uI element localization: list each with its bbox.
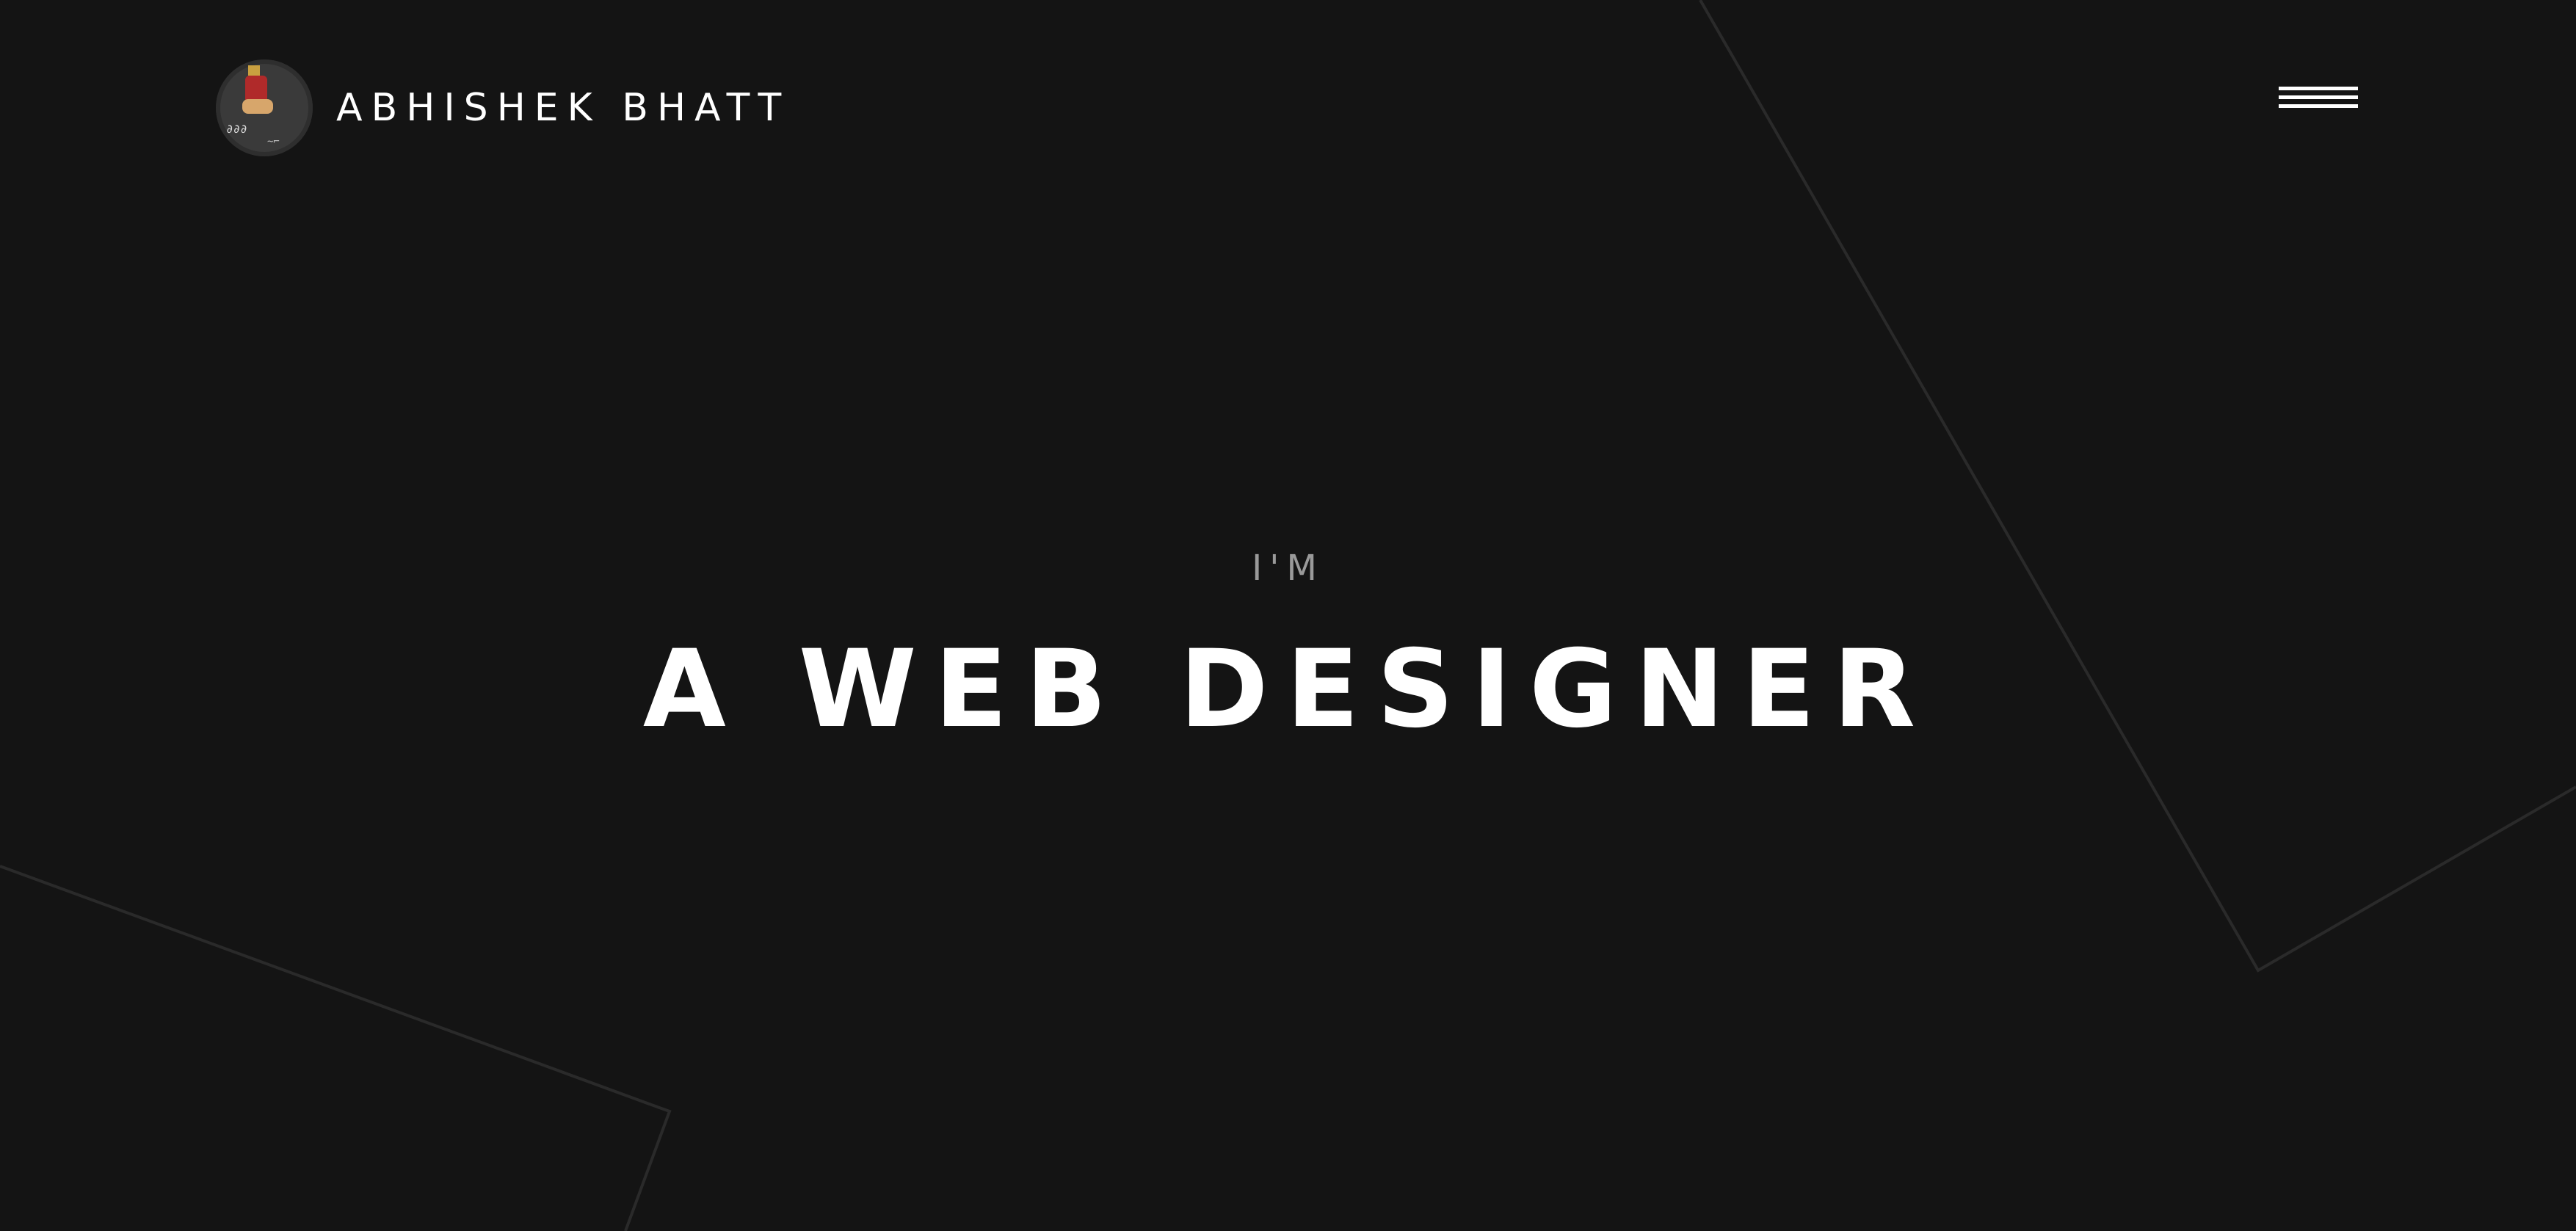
brand-name: ABHISHEK BHATT	[336, 86, 791, 130]
svg-text:~⌐: ~⌐	[267, 136, 280, 148]
brand-home-link[interactable]: ∂∂∂ ~⌐ ABHISHEK BHATT	[216, 59, 790, 157]
profile-photo-icon: ∂∂∂ ~⌐	[216, 59, 313, 156]
avatar: ∂∂∂ ~⌐	[216, 59, 313, 156]
hamburger-menu-icon-line-top	[2279, 87, 2358, 90]
decor-line-right	[1699, 0, 2576, 973]
background-decoration	[0, 0, 2576, 1231]
decor-line-left	[0, 865, 672, 1231]
page-root: ∂∂∂ ~⌐ ABHISHEK BHATT I'M A WEB DESIGNER	[0, 0, 2576, 1231]
hamburger-menu-icon-line-middle	[2279, 95, 2358, 99]
hamburger-menu-icon-line-bottom	[2279, 104, 2358, 108]
svg-text:∂∂∂: ∂∂∂	[226, 122, 247, 136]
hamburger-menu-button[interactable]	[2279, 79, 2361, 120]
